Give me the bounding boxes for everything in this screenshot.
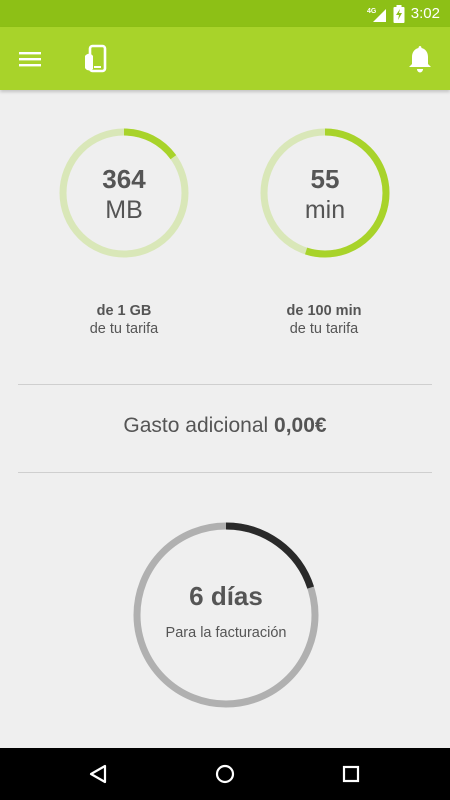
minutes-usage-caption: de 100 min de tu tarifa (234, 302, 414, 338)
minutes-usage-value: 55 (310, 164, 340, 194)
status-bar: 4G 3:02 (0, 0, 450, 27)
billing-days-label: Para la facturación (165, 625, 287, 641)
phone-icon[interactable] (78, 41, 114, 77)
minutes-usage-tariff-label: de tu tarifa (289, 321, 359, 337)
divider-top (18, 384, 432, 385)
billing-gauge[interactable]: 6 días Para la facturación (132, 521, 320, 709)
app-bar (0, 27, 450, 90)
signal-icon: 4G (367, 6, 387, 22)
divider-bottom (18, 472, 432, 473)
home-icon[interactable] (211, 760, 239, 788)
navigation-bar (0, 748, 450, 800)
extra-cost: Gasto adicional 0,00€ (0, 414, 450, 438)
minutes-usage-limit: de 100 min (286, 303, 362, 319)
data-usage-tariff-label: de tu tarifa (89, 321, 159, 337)
billing-ring (133, 522, 319, 708)
data-usage-caption: de 1 GB de tu tarifa (34, 302, 214, 338)
back-icon[interactable] (84, 760, 112, 788)
minutes-usage-gauge[interactable]: 55 min (258, 126, 392, 260)
recents-icon[interactable] (337, 760, 365, 788)
network-type-label: 4G (367, 8, 377, 15)
minutes-usage-unit: min (304, 196, 346, 224)
extra-cost-label: Gasto adicional (123, 414, 269, 437)
bell-icon[interactable] (402, 41, 438, 77)
battery-charging-icon (393, 4, 405, 23)
data-usage-gauge[interactable]: 364 MB (57, 126, 191, 260)
status-time: 3:02 (410, 5, 440, 22)
data-usage-limit: de 1 GB (96, 303, 152, 319)
menu-icon[interactable] (14, 43, 46, 75)
billing-days-value: 6 días (189, 581, 263, 611)
data-usage-unit: MB (105, 196, 143, 224)
extra-cost-amount: 0,00€ (274, 414, 327, 437)
data-usage-value: 364 (102, 164, 146, 194)
